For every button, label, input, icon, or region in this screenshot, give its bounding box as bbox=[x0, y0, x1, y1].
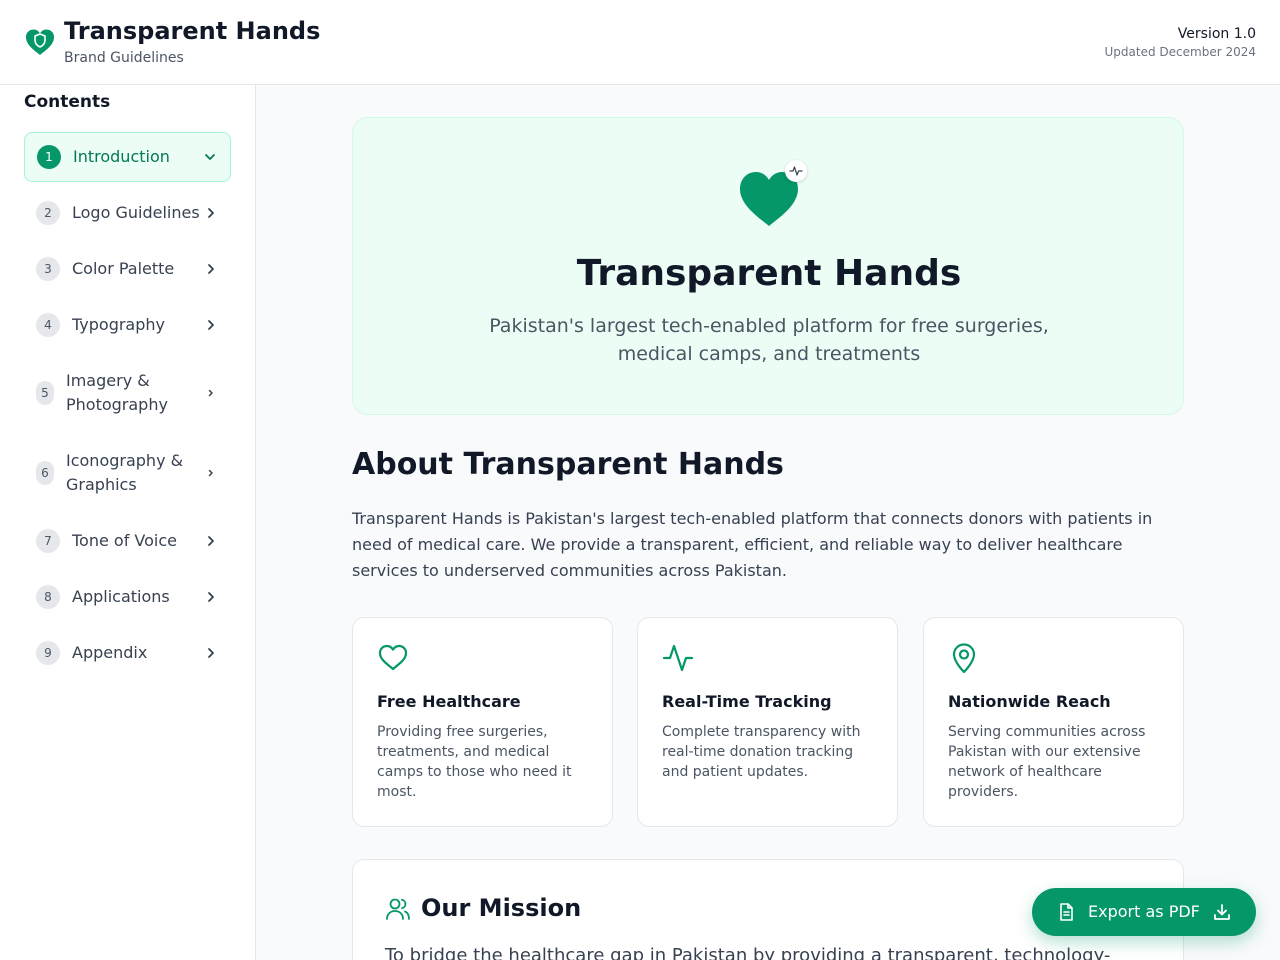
sidebar-item-label: Logo Guidelines bbox=[72, 203, 200, 222]
sidebar-item-label: Typography bbox=[72, 315, 165, 334]
sidebar-item-label: Introduction bbox=[73, 147, 170, 166]
chevron-right-icon bbox=[208, 389, 213, 397]
mission-paragraph: To bridge the healthcare gap in Pakistan… bbox=[385, 945, 1111, 960]
sidebar-item-label: Applications bbox=[72, 587, 170, 606]
sidebar-item-label: Iconography & Graphics bbox=[66, 451, 184, 494]
about-paragraph: Transparent Hands is Pakistan's largest … bbox=[352, 509, 1153, 580]
chevron-right-icon bbox=[208, 648, 214, 658]
heart-shield-logo-icon bbox=[26, 29, 54, 55]
app-subtitle: Brand Guidelines bbox=[64, 50, 184, 66]
feature-title: Free Healthcare bbox=[377, 692, 521, 711]
section-number: 4 bbox=[36, 313, 60, 337]
section-number: 5 bbox=[36, 381, 54, 405]
sidebar-item-imagery-photography[interactable]: 5 Imagery & Photography bbox=[24, 359, 231, 427]
map-pin-icon bbox=[952, 643, 976, 674]
chevron-right-icon bbox=[208, 536, 214, 546]
contents-title: Contents bbox=[24, 92, 111, 112]
download-icon bbox=[1214, 904, 1230, 920]
chevron-right-icon bbox=[208, 264, 214, 274]
sidebar-item-appendix[interactable]: 9 Appendix bbox=[24, 631, 231, 675]
about-heading: About Transparent Hands bbox=[352, 447, 784, 482]
section-number: 9 bbox=[36, 641, 60, 665]
hero-title: Transparent Hands bbox=[576, 253, 962, 294]
sidebar-item-logo-guidelines[interactable]: 2 Logo Guidelines bbox=[24, 191, 231, 235]
section-number: 1 bbox=[37, 145, 61, 169]
activity-icon bbox=[789, 166, 803, 176]
section-number: 3 bbox=[36, 257, 60, 281]
section-number: 8 bbox=[36, 585, 60, 609]
sidebar-item-label: Color Palette bbox=[72, 259, 175, 278]
sidebar-item-label: Tone of Voice bbox=[72, 531, 177, 550]
chevron-down-icon bbox=[205, 154, 215, 160]
app-title: Transparent Hands bbox=[64, 17, 321, 45]
section-number: 6 bbox=[36, 461, 54, 485]
file-text-icon bbox=[1060, 903, 1073, 921]
sidebar-item-color-palette[interactable]: 3 Color Palette bbox=[24, 247, 231, 291]
export-pdf-button[interactable]: Export as PDF bbox=[1032, 888, 1256, 936]
app-header: Transparent Hands Brand Guidelines Versi… bbox=[0, 0, 1280, 85]
feature-title: Nationwide Reach bbox=[948, 692, 1111, 711]
chevron-right-icon bbox=[208, 320, 214, 330]
feature-card-free-healthcare: Free Healthcare Providing free surgeries… bbox=[352, 617, 613, 827]
users-icon bbox=[386, 898, 410, 920]
sidebar-item-tone-of-voice[interactable]: 7 Tone of Voice bbox=[24, 519, 231, 563]
section-number: 2 bbox=[36, 201, 60, 225]
sidebar-item-label: Appendix bbox=[72, 643, 148, 662]
heart-icon bbox=[378, 644, 408, 671]
section-number: 7 bbox=[36, 529, 60, 553]
feature-card-real-time-tracking: Real-Time Tracking Complete transparency… bbox=[637, 617, 898, 827]
activity-icon bbox=[662, 644, 694, 672]
sidebar: Contents 1 Introduction 2 Logo Guideline… bbox=[0, 85, 256, 960]
sidebar-item-typography[interactable]: 4 Typography bbox=[24, 303, 231, 347]
feature-description: Serving communities across Pakistan with… bbox=[948, 724, 1146, 800]
chevron-right-icon bbox=[208, 469, 213, 477]
sidebar-item-label: Imagery & Photography bbox=[66, 371, 168, 414]
hero-subtitle: Pakistan's largest tech-enabled platform… bbox=[489, 315, 1049, 365]
chevron-right-icon bbox=[208, 592, 214, 602]
feature-description: Providing free surgeries, treatments, an… bbox=[377, 724, 572, 800]
feature-card-nationwide-reach: Nationwide Reach Serving communities acr… bbox=[923, 617, 1184, 827]
chevron-right-icon bbox=[208, 208, 214, 218]
feature-title: Real-Time Tracking bbox=[662, 692, 832, 711]
export-label: Export as PDF bbox=[1088, 902, 1200, 921]
feature-description: Complete transparency with real-time don… bbox=[662, 724, 861, 780]
hero-banner: Transparent Hands Pakistan's largest tec… bbox=[352, 117, 1184, 415]
mission-heading: Our Mission bbox=[421, 894, 582, 922]
updated-label: Updated December 2024 bbox=[1104, 45, 1256, 59]
sidebar-item-iconography-graphics[interactable]: 6 Iconography & Graphics bbox=[24, 439, 231, 507]
activity-badge bbox=[785, 160, 807, 182]
sidebar-item-introduction[interactable]: 1 Introduction bbox=[24, 132, 231, 182]
version-label: Version 1.0 bbox=[1177, 26, 1256, 42]
sidebar-item-applications[interactable]: 8 Applications bbox=[24, 575, 231, 619]
